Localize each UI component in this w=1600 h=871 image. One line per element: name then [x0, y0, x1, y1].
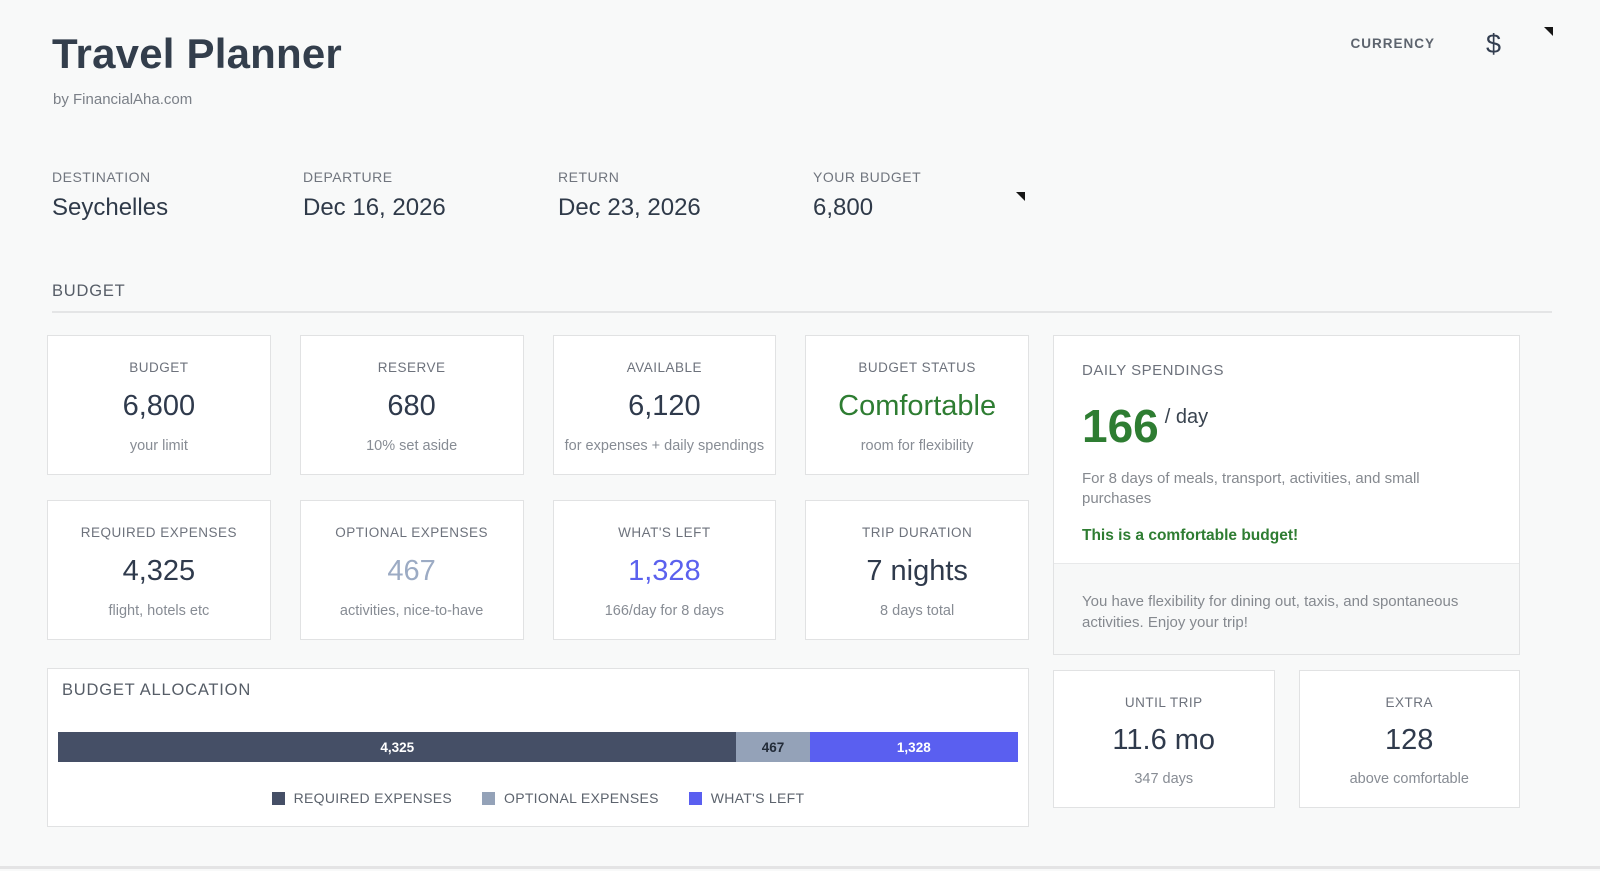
card-value: 680 — [309, 390, 515, 423]
legend-item: REQUIRED EXPENSES — [272, 790, 452, 806]
currency-value[interactable]: $ — [1486, 29, 1501, 60]
card-subtitle: activities, nice-to-have — [309, 603, 515, 619]
your-budget-value[interactable]: 6,800 — [813, 194, 1053, 222]
card-subtitle: flight, hotels etc — [56, 603, 262, 619]
trip-info-row: DESTINATION Seychelles DEPARTURE Dec 16,… — [52, 169, 1053, 222]
budget-cards: BUDGET 6,800 your limit RESERVE 680 10% … — [47, 335, 1029, 640]
legend-label: REQUIRED EXPENSES — [294, 790, 452, 806]
card-value: 11.6 mo — [1062, 724, 1266, 757]
bottom-row: BUDGET ALLOCATION 4,3254671,328 REQUIRED… — [47, 668, 1520, 827]
card-title: OPTIONAL EXPENSES — [309, 525, 515, 540]
legend-swatch-icon — [482, 792, 495, 805]
bar-segment: 1,328 — [810, 732, 1018, 762]
legend-swatch-icon — [689, 792, 702, 805]
return-value[interactable]: Dec 23, 2026 — [558, 194, 813, 222]
budget-grid: BUDGET 6,800 your limit RESERVE 680 10% … — [47, 335, 1520, 655]
daily-status-note: This is a comfortable budget! — [1082, 527, 1491, 545]
card-title: TRIP DURATION — [814, 525, 1020, 540]
allocation-bar: 4,3254671,328 — [58, 732, 1018, 762]
card-subtitle: your limit — [56, 438, 262, 454]
trip-field-departure: DEPARTURE Dec 16, 2026 — [303, 169, 558, 222]
card-budget: BUDGET 6,800 your limit — [47, 335, 271, 475]
cell-note-marker-icon[interactable] — [1544, 27, 1553, 36]
daily-amount: 166 — [1082, 403, 1159, 449]
travel-planner-page: Travel Planner by FinancialAha.com CURRE… — [0, 0, 1600, 871]
card-value: 467 — [309, 555, 515, 588]
legend-label: OPTIONAL EXPENSES — [504, 790, 659, 806]
card-optional-expenses: OPTIONAL EXPENSES 467 activities, nice-t… — [300, 500, 524, 640]
trip-field-budget: YOUR BUDGET 6,800 — [813, 169, 1053, 222]
legend-item: WHAT'S LEFT — [689, 790, 805, 806]
field-label: YOUR BUDGET — [813, 169, 1053, 185]
trip-field-return: RETURN Dec 23, 2026 — [558, 169, 813, 222]
trip-field-destination: DESTINATION Seychelles — [52, 169, 303, 222]
section-divider — [52, 311, 1552, 313]
destination-value[interactable]: Seychelles — [52, 194, 303, 222]
card-title: BUDGET — [56, 360, 262, 375]
card-subtitle: above comfortable — [1308, 771, 1512, 787]
card-subtitle: 10% set aside — [309, 438, 515, 454]
card-title: EXTRA — [1308, 695, 1512, 710]
card-available: AVAILABLE 6,120 for expenses + daily spe… — [553, 335, 777, 475]
daily-per-day-label: / day — [1165, 406, 1208, 429]
field-label: DEPARTURE — [303, 169, 558, 185]
departure-value[interactable]: Dec 16, 2026 — [303, 194, 558, 222]
legend-label: WHAT'S LEFT — [711, 790, 805, 806]
page-bottom-edge — [0, 866, 1600, 869]
field-label: RETURN — [558, 169, 813, 185]
card-until-trip: UNTIL TRIP 11.6 mo 347 days — [1053, 670, 1275, 808]
bar-segment: 4,325 — [58, 732, 736, 762]
budget-section-title: BUDGET — [52, 282, 126, 301]
card-value: Comfortable — [814, 390, 1020, 423]
currency-label: CURRENCY — [1350, 36, 1435, 51]
card-title: BUDGET STATUS — [814, 360, 1020, 375]
page-title: Travel Planner — [52, 30, 342, 78]
card-title: RESERVE — [309, 360, 515, 375]
card-reserve: RESERVE 680 10% set aside — [300, 335, 524, 475]
card-value: 7 nights — [814, 555, 1020, 588]
card-subtitle: for expenses + daily spendings — [562, 438, 768, 454]
card-subtitle: 347 days — [1062, 771, 1266, 787]
budget-allocation-title: BUDGET ALLOCATION — [62, 681, 1018, 700]
card-value: 6,800 — [56, 390, 262, 423]
daily-spendings-title: DAILY SPENDINGS — [1082, 362, 1491, 379]
daily-spendings-footer: You have flexibility for dining out, tax… — [1054, 563, 1519, 654]
card-subtitle: 8 days total — [814, 603, 1020, 619]
daily-footnote: You have flexibility for dining out, tax… — [1082, 591, 1491, 633]
byline: by FinancialAha.com — [53, 91, 192, 108]
daily-spendings-main: DAILY SPENDINGS 166 / day For 8 days of … — [1054, 336, 1519, 563]
card-required-expenses: REQUIRED EXPENSES 4,325 flight, hotels e… — [47, 500, 271, 640]
footer-cards: UNTIL TRIP 11.6 mo 347 days EXTRA 128 ab… — [1053, 670, 1520, 808]
card-value: 6,120 — [562, 390, 768, 423]
legend-swatch-icon — [272, 792, 285, 805]
legend-item: OPTIONAL EXPENSES — [482, 790, 659, 806]
budget-allocation-panel: BUDGET ALLOCATION 4,3254671,328 REQUIRED… — [47, 668, 1029, 827]
card-title: REQUIRED EXPENSES — [56, 525, 262, 540]
card-title: UNTIL TRIP — [1062, 695, 1266, 710]
daily-description: For 8 days of meals, transport, activiti… — [1082, 469, 1467, 510]
card-title: WHAT'S LEFT — [562, 525, 768, 540]
card-subtitle: 166/day for 8 days — [562, 603, 768, 619]
card-extra: EXTRA 128 above comfortable — [1299, 670, 1521, 808]
card-value: 4,325 — [56, 555, 262, 588]
card-trip-duration: TRIP DURATION 7 nights 8 days total — [805, 500, 1029, 640]
card-value: 128 — [1308, 724, 1512, 757]
daily-amount-row: 166 / day — [1082, 403, 1491, 449]
bar-segment: 467 — [736, 732, 809, 762]
card-subtitle: room for flexibility — [814, 438, 1020, 454]
card-value: 1,328 — [562, 555, 768, 588]
card-whats-left: WHAT'S LEFT 1,328 166/day for 8 days — [553, 500, 777, 640]
field-label: DESTINATION — [52, 169, 303, 185]
daily-spendings-panel: DAILY SPENDINGS 166 / day For 8 days of … — [1053, 335, 1520, 655]
card-budget-status: BUDGET STATUS Comfortable room for flexi… — [805, 335, 1029, 475]
allocation-legend: REQUIRED EXPENSES OPTIONAL EXPENSES WHAT'S… — [58, 790, 1018, 806]
card-title: AVAILABLE — [562, 360, 768, 375]
